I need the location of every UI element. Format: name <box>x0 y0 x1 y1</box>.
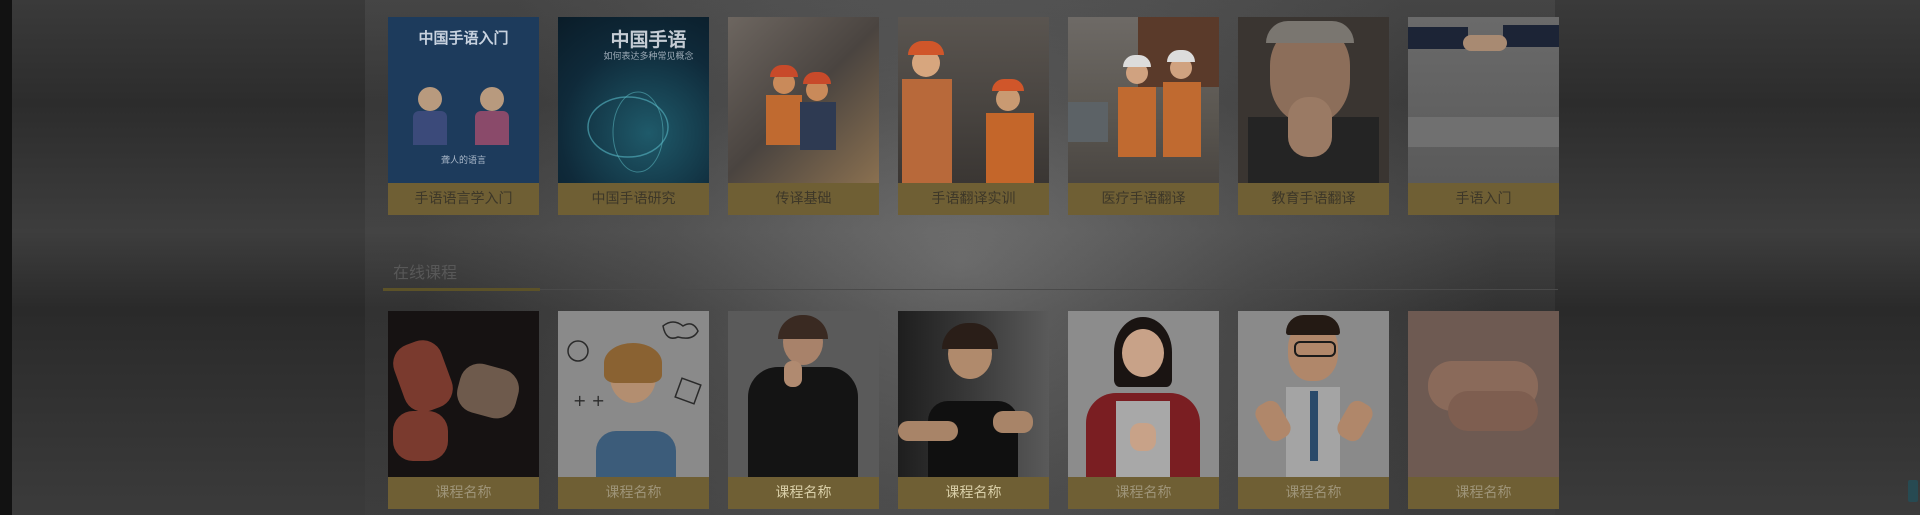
course-card[interactable]: 教育手语翻译 <box>1238 17 1389 215</box>
section-divider <box>383 289 1558 290</box>
course-caption: 课程名称 <box>1068 477 1219 509</box>
course-card[interactable]: 手语翻译实训 <box>898 17 1049 215</box>
course-caption: 课程名称 <box>898 477 1049 509</box>
course-caption: 课程名称 <box>1408 477 1559 509</box>
course-card[interactable]: 课程名称 <box>1408 311 1559 509</box>
course-card[interactable]: 手语入门 <box>1408 17 1559 215</box>
girl-signing-photo <box>898 311 1049 477</box>
course-card[interactable]: 课程名称 <box>1238 311 1389 509</box>
handshake-photo <box>1408 17 1559 183</box>
side-widget-tab[interactable] <box>1908 480 1918 502</box>
course-caption: 课程名称 <box>728 477 879 509</box>
course-card[interactable]: 中国手语入门 聋人的语言 手语语言学入门 <box>388 17 539 215</box>
factory-workers-photo <box>898 17 1049 183</box>
thinking-woman-sketch-photo: + + <box>558 311 709 477</box>
thinking-man-photo <box>1238 17 1389 183</box>
section-title: 在线课程 <box>393 263 458 282</box>
book-cover-sign-language-intro: 中国手语入门 聋人的语言 <box>388 17 539 183</box>
course-caption: 医疗手语翻译 <box>1068 183 1219 215</box>
course-card[interactable]: 课程名称 <box>388 311 539 509</box>
course-caption: 手语翻译实训 <box>898 183 1049 215</box>
course-caption: 课程名称 <box>1238 477 1389 509</box>
book-cover-title: 中国手语入门 <box>418 29 509 47</box>
svg-text:+ +: + + <box>573 391 605 410</box>
woman-signing-photo <box>728 311 879 477</box>
course-content: 中国手语入门 聋人的语言 手语语言学入门 中国手语 如何表达多种常见概念 中国手… <box>365 0 1559 515</box>
course-card[interactable]: 医疗手语翻译 <box>1068 17 1219 215</box>
course-card[interactable]: 课程名称 <box>1068 311 1219 509</box>
course-caption: 教育手语翻译 <box>1238 183 1389 215</box>
hands-closeup-photo <box>1408 311 1559 477</box>
course-caption: 课程名称 <box>388 477 539 509</box>
course-caption: 中国手语研究 <box>558 183 709 215</box>
woman-red-jacket-signing-photo <box>1068 311 1219 477</box>
course-card[interactable]: + + 课程名称 <box>558 311 709 509</box>
industrial-workers-photo <box>728 17 879 183</box>
book-cover-subtitle: 聋人的语言 <box>440 156 486 166</box>
top-course-row: 中国手语入门 聋人的语言 手语语言学入门 中国手语 如何表达多种常见概念 中国手… <box>388 17 1559 215</box>
cartoon-man-signing <box>1238 311 1389 477</box>
course-card[interactable]: 传译基础 <box>728 17 879 215</box>
book-cover-sign-language-research: 中国手语 如何表达多种常见概念 <box>558 17 709 183</box>
course-caption: 传译基础 <box>728 183 879 215</box>
course-card[interactable]: 课程名称 <box>728 311 879 509</box>
online-courses-section-header: 在线课程 <box>383 256 1558 292</box>
section-accent-bar <box>383 288 540 291</box>
course-caption: 手语语言学入门 <box>388 183 539 215</box>
course-card[interactable]: 中国手语 如何表达多种常见概念 中国手语研究 <box>558 17 709 215</box>
signing-hands-photo <box>388 311 539 477</box>
course-caption: 课程名称 <box>558 477 709 509</box>
course-card[interactable]: 课程名称 <box>898 311 1049 509</box>
port-workers-photo <box>1068 17 1219 183</box>
left-edge-shadow <box>0 0 12 515</box>
online-course-row: 课程名称 + + 课程名称 课程名称 课程名称 课程名称 课程名称 课程名称 <box>388 311 1559 509</box>
course-caption: 手语入门 <box>1408 183 1559 215</box>
